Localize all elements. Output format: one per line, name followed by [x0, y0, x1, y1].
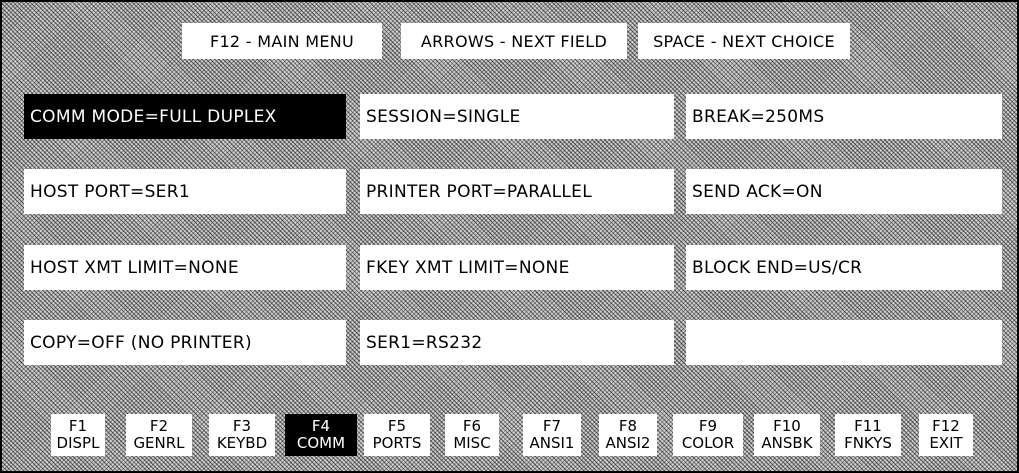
- printer-port-field[interactable]: PRINTER PORT=PARALLEL: [360, 169, 674, 214]
- fkey-key: F12: [932, 417, 960, 435]
- fkey-key: F1: [68, 417, 88, 435]
- fkey-label: GENRL: [133, 434, 185, 452]
- host-port-field[interactable]: HOST PORT=SER1: [24, 169, 346, 214]
- fkey-f5-ports[interactable]: F5 PORTS: [364, 414, 430, 456]
- fkey-label: KEYBD: [216, 434, 268, 452]
- ser1-field[interactable]: SER1=RS232: [360, 320, 674, 365]
- next-choice-hint: SPACE - NEXT CHOICE: [638, 23, 850, 59]
- fkey-key: F3: [232, 417, 252, 435]
- fkey-key: F6: [462, 417, 482, 435]
- host-xmt-limit-field[interactable]: HOST XMT LIMIT=NONE: [24, 245, 346, 290]
- send-ack-field[interactable]: SEND ACK=ON: [686, 169, 1002, 214]
- fkey-label: ANSI1: [529, 434, 575, 452]
- fkey-f3-keybd[interactable]: F3 KEYBD: [209, 414, 275, 456]
- fkey-key: F11: [854, 417, 882, 435]
- fkey-key: F7: [542, 417, 562, 435]
- fkey-key: F2: [149, 417, 169, 435]
- fkey-f7-ansi1[interactable]: F7 ANSI1: [523, 414, 581, 456]
- main-menu-hint: F12 - MAIN MENU: [182, 23, 382, 59]
- fkey-f9-color[interactable]: F9 COLOR: [673, 414, 743, 456]
- fkey-label: PORTS: [372, 434, 422, 452]
- fkey-f12-exit[interactable]: F12 EXIT: [919, 414, 973, 456]
- fkey-label: ANSBK: [761, 434, 813, 452]
- next-field-hint: ARROWS - NEXT FIELD: [401, 23, 627, 59]
- session-field[interactable]: SESSION=SINGLE: [360, 94, 674, 139]
- fkey-key: F10: [773, 417, 801, 435]
- fkey-key: F9: [698, 417, 718, 435]
- empty-field: [686, 320, 1002, 365]
- block-end-field[interactable]: BLOCK END=US/CR: [686, 245, 1002, 290]
- fkey-f2-genrl[interactable]: F2 GENRL: [126, 414, 192, 456]
- fkey-label: COMM: [296, 434, 346, 452]
- fkey-f10-ansbk[interactable]: F10 ANSBK: [754, 414, 820, 456]
- break-field[interactable]: BREAK=250MS: [686, 94, 1002, 139]
- copy-field[interactable]: COPY=OFF (NO PRINTER): [24, 320, 346, 365]
- fkey-f4-comm[interactable]: F4 COMM: [285, 414, 357, 456]
- fkey-label: ANSI2: [605, 434, 651, 452]
- comm-mode-field[interactable]: COMM MODE=FULL DUPLEX: [24, 94, 346, 139]
- fkey-key: F8: [618, 417, 638, 435]
- fkey-label: MISC: [453, 434, 491, 452]
- fkey-key: F5: [387, 417, 407, 435]
- fkey-label: DISPL: [56, 434, 100, 452]
- setup-screen: F12 - MAIN MENU ARROWS - NEXT FIELD SPAC…: [0, 0, 1019, 473]
- fkey-f1-displ[interactable]: F1 DISPL: [51, 414, 105, 456]
- fkey-f8-ansi2[interactable]: F8 ANSI2: [599, 414, 657, 456]
- fkey-label: COLOR: [681, 434, 735, 452]
- fkey-f11-fnkys[interactable]: F11 FNKYS: [835, 414, 901, 456]
- fkey-label: EXIT: [929, 434, 963, 452]
- fkey-f6-misc[interactable]: F6 MISC: [445, 414, 499, 456]
- fkey-label: FNKYS: [844, 434, 892, 452]
- fkey-xmt-limit-field[interactable]: FKEY XMT LIMIT=NONE: [360, 245, 674, 290]
- fkey-key: F4: [311, 417, 331, 435]
